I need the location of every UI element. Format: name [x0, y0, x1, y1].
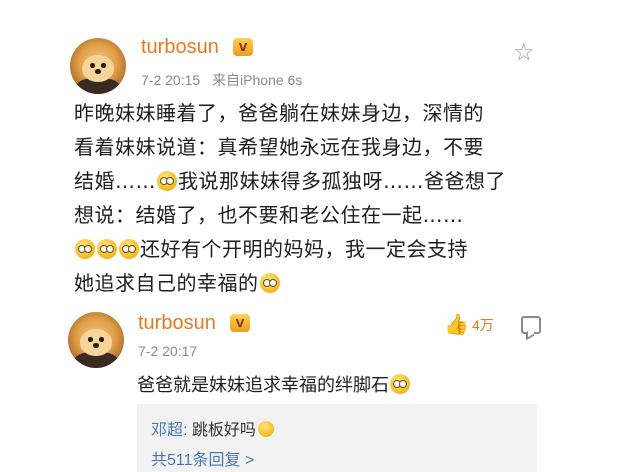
- avatar-eye: [88, 337, 93, 342]
- avatar-face: [82, 54, 114, 82]
- like-count: 4万: [472, 317, 494, 333]
- reply-author[interactable]: 邓超:: [151, 422, 187, 439]
- comment-username[interactable]: turbosun: [138, 312, 216, 335]
- post-username[interactable]: turbosun: [141, 36, 219, 59]
- post-text-line: 还好有个开明的妈妈，我一定会支持: [74, 232, 554, 266]
- post-text-line: 看着妹妹说道：真希望她永远在我身边，不要: [74, 135, 484, 159]
- post-avatar[interactable]: [70, 38, 126, 94]
- smirk-emoji-icon: [259, 273, 280, 293]
- post-date: 7-2 20:15: [141, 72, 201, 88]
- post-text-line: 结婚…… 我说那妹妹得多孤独呀……爸爸想了: [74, 169, 506, 193]
- comment-avatar[interactable]: [68, 312, 124, 368]
- avatar-eye: [90, 63, 95, 68]
- rolling-eyes-emoji-icon: [75, 239, 95, 259]
- avatar-eye: [101, 63, 106, 68]
- rolling-eyes-emoji-icon: [157, 171, 177, 191]
- reply-content: 跳板好吗: [191, 422, 256, 439]
- vip-badge-icon: V: [230, 314, 250, 332]
- reply-item[interactable]: 邓超: 跳板好吗: [151, 416, 274, 440]
- replies-box[interactable]: 邓超: 跳板好吗 共511条回复 >: [137, 404, 537, 472]
- post-meta: 7-2 20:15 来自iPhone 6s: [141, 70, 302, 90]
- thumbs-up-icon: 👍: [444, 314, 469, 336]
- vip-badge-icon: V: [233, 38, 253, 56]
- comment-bubble-icon[interactable]: [521, 316, 541, 334]
- cat-emoji-icon: [257, 421, 274, 437]
- avatar-face: [80, 328, 112, 356]
- like-button[interactable]: 👍 4万: [444, 314, 494, 336]
- favorite-star-icon[interactable]: ☆: [513, 40, 537, 64]
- rolling-eyes-emoji-icon: [97, 239, 117, 259]
- avatar-eye: [99, 337, 104, 342]
- comment-text: 爸爸就是妹妹追求幸福的绊脚石: [137, 371, 411, 397]
- avatar-nose: [95, 69, 101, 74]
- more-replies-link[interactable]: 共511条回复 >: [151, 446, 254, 470]
- comment-date: 7-2 20:17: [138, 343, 198, 359]
- post-text-line: 昨晚妹妹睡着了，爸爸躺在妹妹身边，深情的: [74, 101, 484, 125]
- post-text-line: 想说：结婚了，也不要和老公住在一起……: [74, 203, 464, 227]
- post-text: 昨晚妹妹睡着了，爸爸躺在妹妹身边，深情的 看着妹妹说道：真希望她永远在我身边，不…: [74, 96, 554, 300]
- post-text-line: 她追求自己的幸福的: [74, 266, 554, 300]
- avatar-nose: [93, 343, 99, 348]
- rolling-eyes-emoji-icon: [390, 374, 410, 394]
- post-source: 来自iPhone 6s: [212, 72, 303, 88]
- rolling-eyes-emoji-icon: [119, 239, 139, 259]
